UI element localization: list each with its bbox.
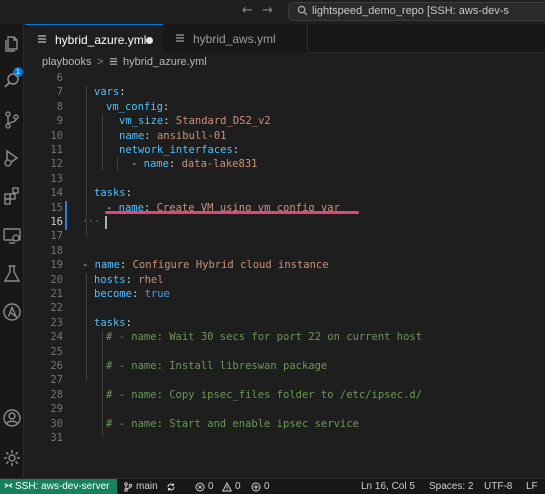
- ansible-icon[interactable]: [2, 302, 22, 322]
- tab-label: hybrid_aws.yml: [193, 32, 276, 46]
- code-line: 27: [50, 374, 63, 387]
- yaml-file-icon: [109, 58, 118, 65]
- code-line: 21 become: true: [50, 288, 170, 300]
- code-line: 30 # - name: Start and enable ipsec servi…: [50, 417, 359, 430]
- remote-explorer-icon[interactable]: [2, 226, 22, 246]
- code-line: 14 tasks:: [50, 187, 132, 200]
- error-count[interactable]: 0: [208, 481, 214, 492]
- code-line: 26 # - name: Install libreswan package: [50, 360, 328, 372]
- window-title: lightspeed_demo_repo [SSH: aws-dev-s: [312, 5, 509, 17]
- command-center[interactable]: lightspeed_demo_repo [SSH: aws-dev-s: [288, 2, 545, 21]
- git-branch-icon: [124, 482, 133, 492]
- sync-icon[interactable]: [166, 482, 176, 492]
- ports-icon: [251, 482, 261, 492]
- warning-count[interactable]: 0: [235, 481, 241, 492]
- breadcrumb-separator: >: [97, 56, 104, 68]
- code-line: 20 hosts: rhel: [50, 273, 164, 286]
- yaml-file-icon: [176, 34, 184, 42]
- code-line: 18: [50, 244, 63, 257]
- code-line: 19- name: Configure Hybrid cloud instanc…: [50, 259, 329, 272]
- code-line: 29: [50, 403, 63, 416]
- error-icon: [195, 482, 205, 492]
- branch-name[interactable]: main: [136, 481, 158, 492]
- breadcrumb: playbooks > hybrid_azure.yml: [25, 53, 545, 71]
- activity-bar: 1: [0, 24, 24, 478]
- unsaved-dot-icon[interactable]: [146, 37, 153, 44]
- extensions-icon[interactable]: [2, 186, 22, 206]
- code-line: 23 tasks:: [50, 316, 132, 329]
- code-line: 8 vm_config:: [56, 100, 170, 113]
- warning-icon: [222, 482, 232, 492]
- tab-hybrid-azure[interactable]: hybrid_azure.yml: [25, 24, 163, 53]
- code-line: 25: [50, 345, 63, 358]
- account-icon[interactable]: [2, 408, 22, 428]
- tab-label: hybrid_azure.yml: [55, 33, 147, 47]
- remote-icon: [4, 483, 13, 488]
- code-line: 24 # - name: Wait 30 secs for port 22 on …: [50, 331, 423, 344]
- code-line: 22: [50, 302, 63, 315]
- suggestion-underline: [105, 211, 359, 214]
- tab-hybrid-aws[interactable]: hybrid_aws.yml: [163, 24, 308, 53]
- breadcrumb-file[interactable]: hybrid_azure.yml: [123, 56, 207, 68]
- code-line: 12- name: data-lake831: [50, 158, 258, 171]
- search-icon: [297, 5, 308, 16]
- code-editor[interactable]: 6 7 vars: 8 vm_config: 9 vm_size: Standard_…: [25, 71, 545, 478]
- code-line: 9 vm_size: Standard_DS2_v2: [56, 115, 271, 128]
- ports-count[interactable]: 0: [264, 481, 270, 492]
- indentation-setting[interactable]: Spaces: 2: [429, 481, 473, 492]
- code-line-current: 16 ···: [50, 216, 101, 228]
- code-line: 10 name: ansibull-01: [50, 129, 227, 142]
- search-icon[interactable]: [2, 71, 22, 91]
- code-line: 6: [56, 72, 63, 84]
- back-arrow-icon[interactable]: ←: [242, 3, 253, 18]
- editor-tabs: hybrid_azure.yml hybrid_aws.yml: [25, 24, 545, 53]
- code-line: 31: [50, 432, 63, 444]
- yaml-file-icon: [38, 35, 46, 43]
- source-control-icon[interactable]: [2, 110, 22, 130]
- files-icon[interactable]: [2, 34, 22, 54]
- eol-setting[interactable]: LF: [526, 481, 538, 492]
- remote-label: SSH: aws-dev-server: [15, 481, 110, 492]
- code-line: 7 vars:: [56, 86, 126, 99]
- settings-gear-icon[interactable]: [2, 448, 22, 468]
- status-bar: SSH: aws-dev-server main 0 0 0 Ln 16, Co…: [0, 478, 545, 494]
- forward-arrow-icon[interactable]: →: [262, 3, 273, 18]
- breadcrumb-folder[interactable]: playbooks: [42, 56, 92, 68]
- code-line: 11 network_interfaces:: [50, 144, 240, 156]
- code-line: 17: [50, 230, 63, 243]
- text-cursor: [105, 216, 107, 229]
- encoding-setting[interactable]: UTF-8: [484, 481, 512, 492]
- run-debug-icon[interactable]: [2, 148, 22, 168]
- whitespace-dots: ···: [82, 216, 101, 227]
- title-bar: ← → lightspeed_demo_repo [SSH: aws-dev-s: [0, 0, 545, 24]
- code-line: 28 # - name: Copy ipsec_files folder to /…: [50, 388, 423, 401]
- cursor-position[interactable]: Ln 16, Col 5: [361, 481, 415, 492]
- testing-icon[interactable]: [2, 264, 22, 284]
- code-line: 13: [50, 172, 63, 185]
- remote-indicator[interactable]: SSH: aws-dev-server: [0, 479, 117, 494]
